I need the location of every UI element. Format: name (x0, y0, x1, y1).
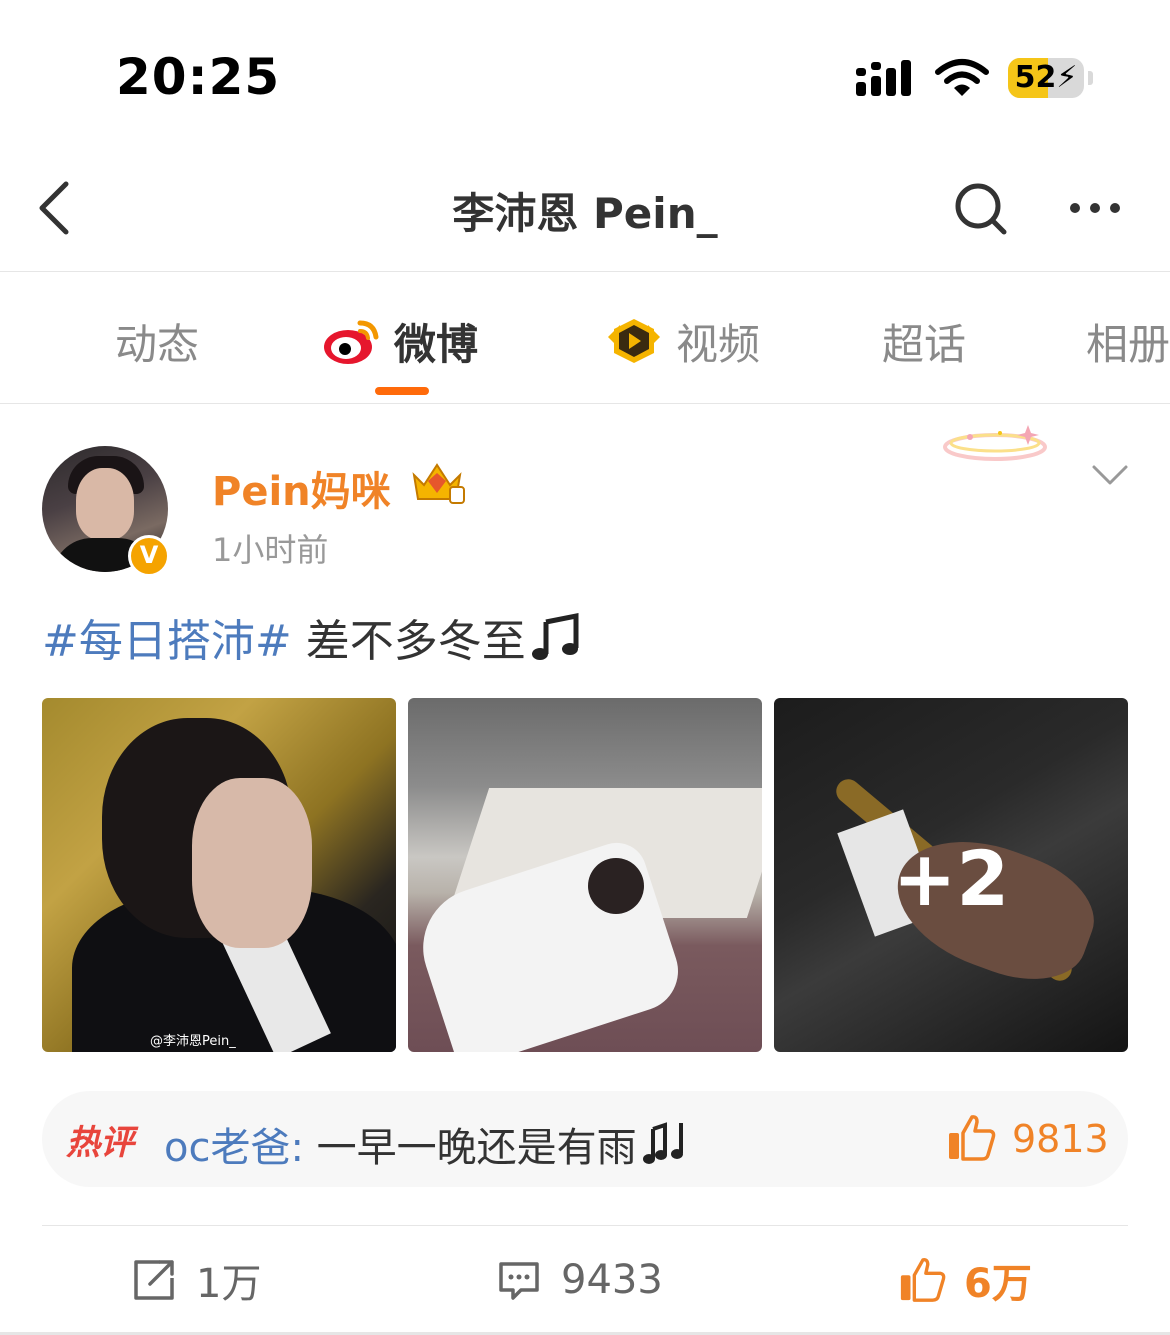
profile-tab-bar: 动态 微博 视频 超话 相册 (0, 273, 1170, 404)
hot-comment[interactable]: 热评 oc老爸: 一早一晚还是有雨 9813 (42, 1091, 1128, 1187)
tab-label: 超话 (882, 319, 967, 369)
comment-count: 9433 (561, 1257, 663, 1303)
nav-bar: 李沛恩 Pein_ (0, 150, 1170, 272)
video-badge-icon (608, 319, 660, 363)
battery-level: 52⚡ (1014, 60, 1078, 95)
topic-link[interactable]: #每日搭沛# (42, 616, 292, 667)
music-notes-icon (642, 1122, 683, 1164)
post-image-grid: @李沛恩Pein_ +2 (42, 698, 1128, 1052)
post-image-3[interactable]: +2 (774, 698, 1128, 1052)
hot-comment-like-count: 9813 (1012, 1117, 1109, 1161)
active-tab-indicator (375, 387, 429, 395)
post-image-2[interactable] (408, 698, 762, 1052)
hot-comment-text: 一早一晚还是有雨 (316, 1125, 637, 1171)
like-button[interactable]: 6万 (898, 1252, 1032, 1308)
tab-label: 相册 (1086, 319, 1170, 369)
tab-supertopic[interactable]: 超话 (882, 311, 966, 371)
hot-comment-label: 热评 (66, 1123, 134, 1163)
battery-icon: 52⚡ (1008, 58, 1093, 98)
tab-dongtai[interactable]: 动态 (115, 311, 199, 371)
tab-label: 动态 (115, 319, 200, 369)
repost-button[interactable]: 1万 (130, 1252, 261, 1308)
post-text: #每日搭沛# 差不多冬至 (42, 605, 582, 669)
post-action-bar: 1万 9433 6万 (0, 1240, 1170, 1320)
signal-icon (856, 60, 911, 96)
music-note-icon (531, 612, 579, 660)
crown-badge-icon (412, 463, 465, 504)
tab-label: 视频 (676, 319, 761, 369)
chevron-down-icon[interactable] (1090, 455, 1130, 495)
status-bar: 20:25 52⚡ (0, 0, 1170, 150)
search-icon[interactable] (950, 178, 1010, 238)
charging-bolt-icon: ⚡ (1056, 60, 1078, 95)
verified-badge-icon: V (128, 535, 170, 577)
post-body: 差不多冬至 (305, 616, 526, 667)
comment-button[interactable]: 9433 (495, 1252, 663, 1308)
image-watermark: @李沛恩Pein_ (150, 1034, 236, 1049)
tab-album[interactable]: 相册 (1086, 311, 1170, 371)
tab-label: 微博 (394, 319, 479, 369)
status-time: 20:25 (116, 48, 281, 106)
hot-commenter-name[interactable]: oc老爸: (164, 1125, 304, 1171)
post-username[interactable]: Pein妈咪 (212, 459, 391, 517)
post-time: 1小时前 (212, 531, 329, 569)
like-count: 6万 (964, 1261, 1032, 1307)
thumbs-up-icon (900, 1258, 946, 1302)
tab-video[interactable]: 视频 (604, 311, 760, 371)
more-images-count: +2 (892, 834, 1010, 923)
more-icon[interactable] (1065, 178, 1125, 238)
repost-count: 1万 (196, 1261, 262, 1307)
hot-comment-content: oc老爸: 一早一晚还是有雨 (164, 1115, 693, 1173)
comment-icon (499, 1262, 539, 1300)
tab-weibo[interactable]: 微博 (322, 311, 478, 371)
thumbs-up-icon[interactable] (946, 1113, 996, 1163)
wifi-icon (935, 59, 989, 96)
repost-icon (134, 1260, 174, 1300)
sparkle-decoration-icon (943, 425, 1047, 461)
weibo-logo-icon (324, 320, 379, 364)
divider (42, 1225, 1128, 1226)
post-image-1[interactable]: @李沛恩Pein_ (42, 698, 396, 1052)
